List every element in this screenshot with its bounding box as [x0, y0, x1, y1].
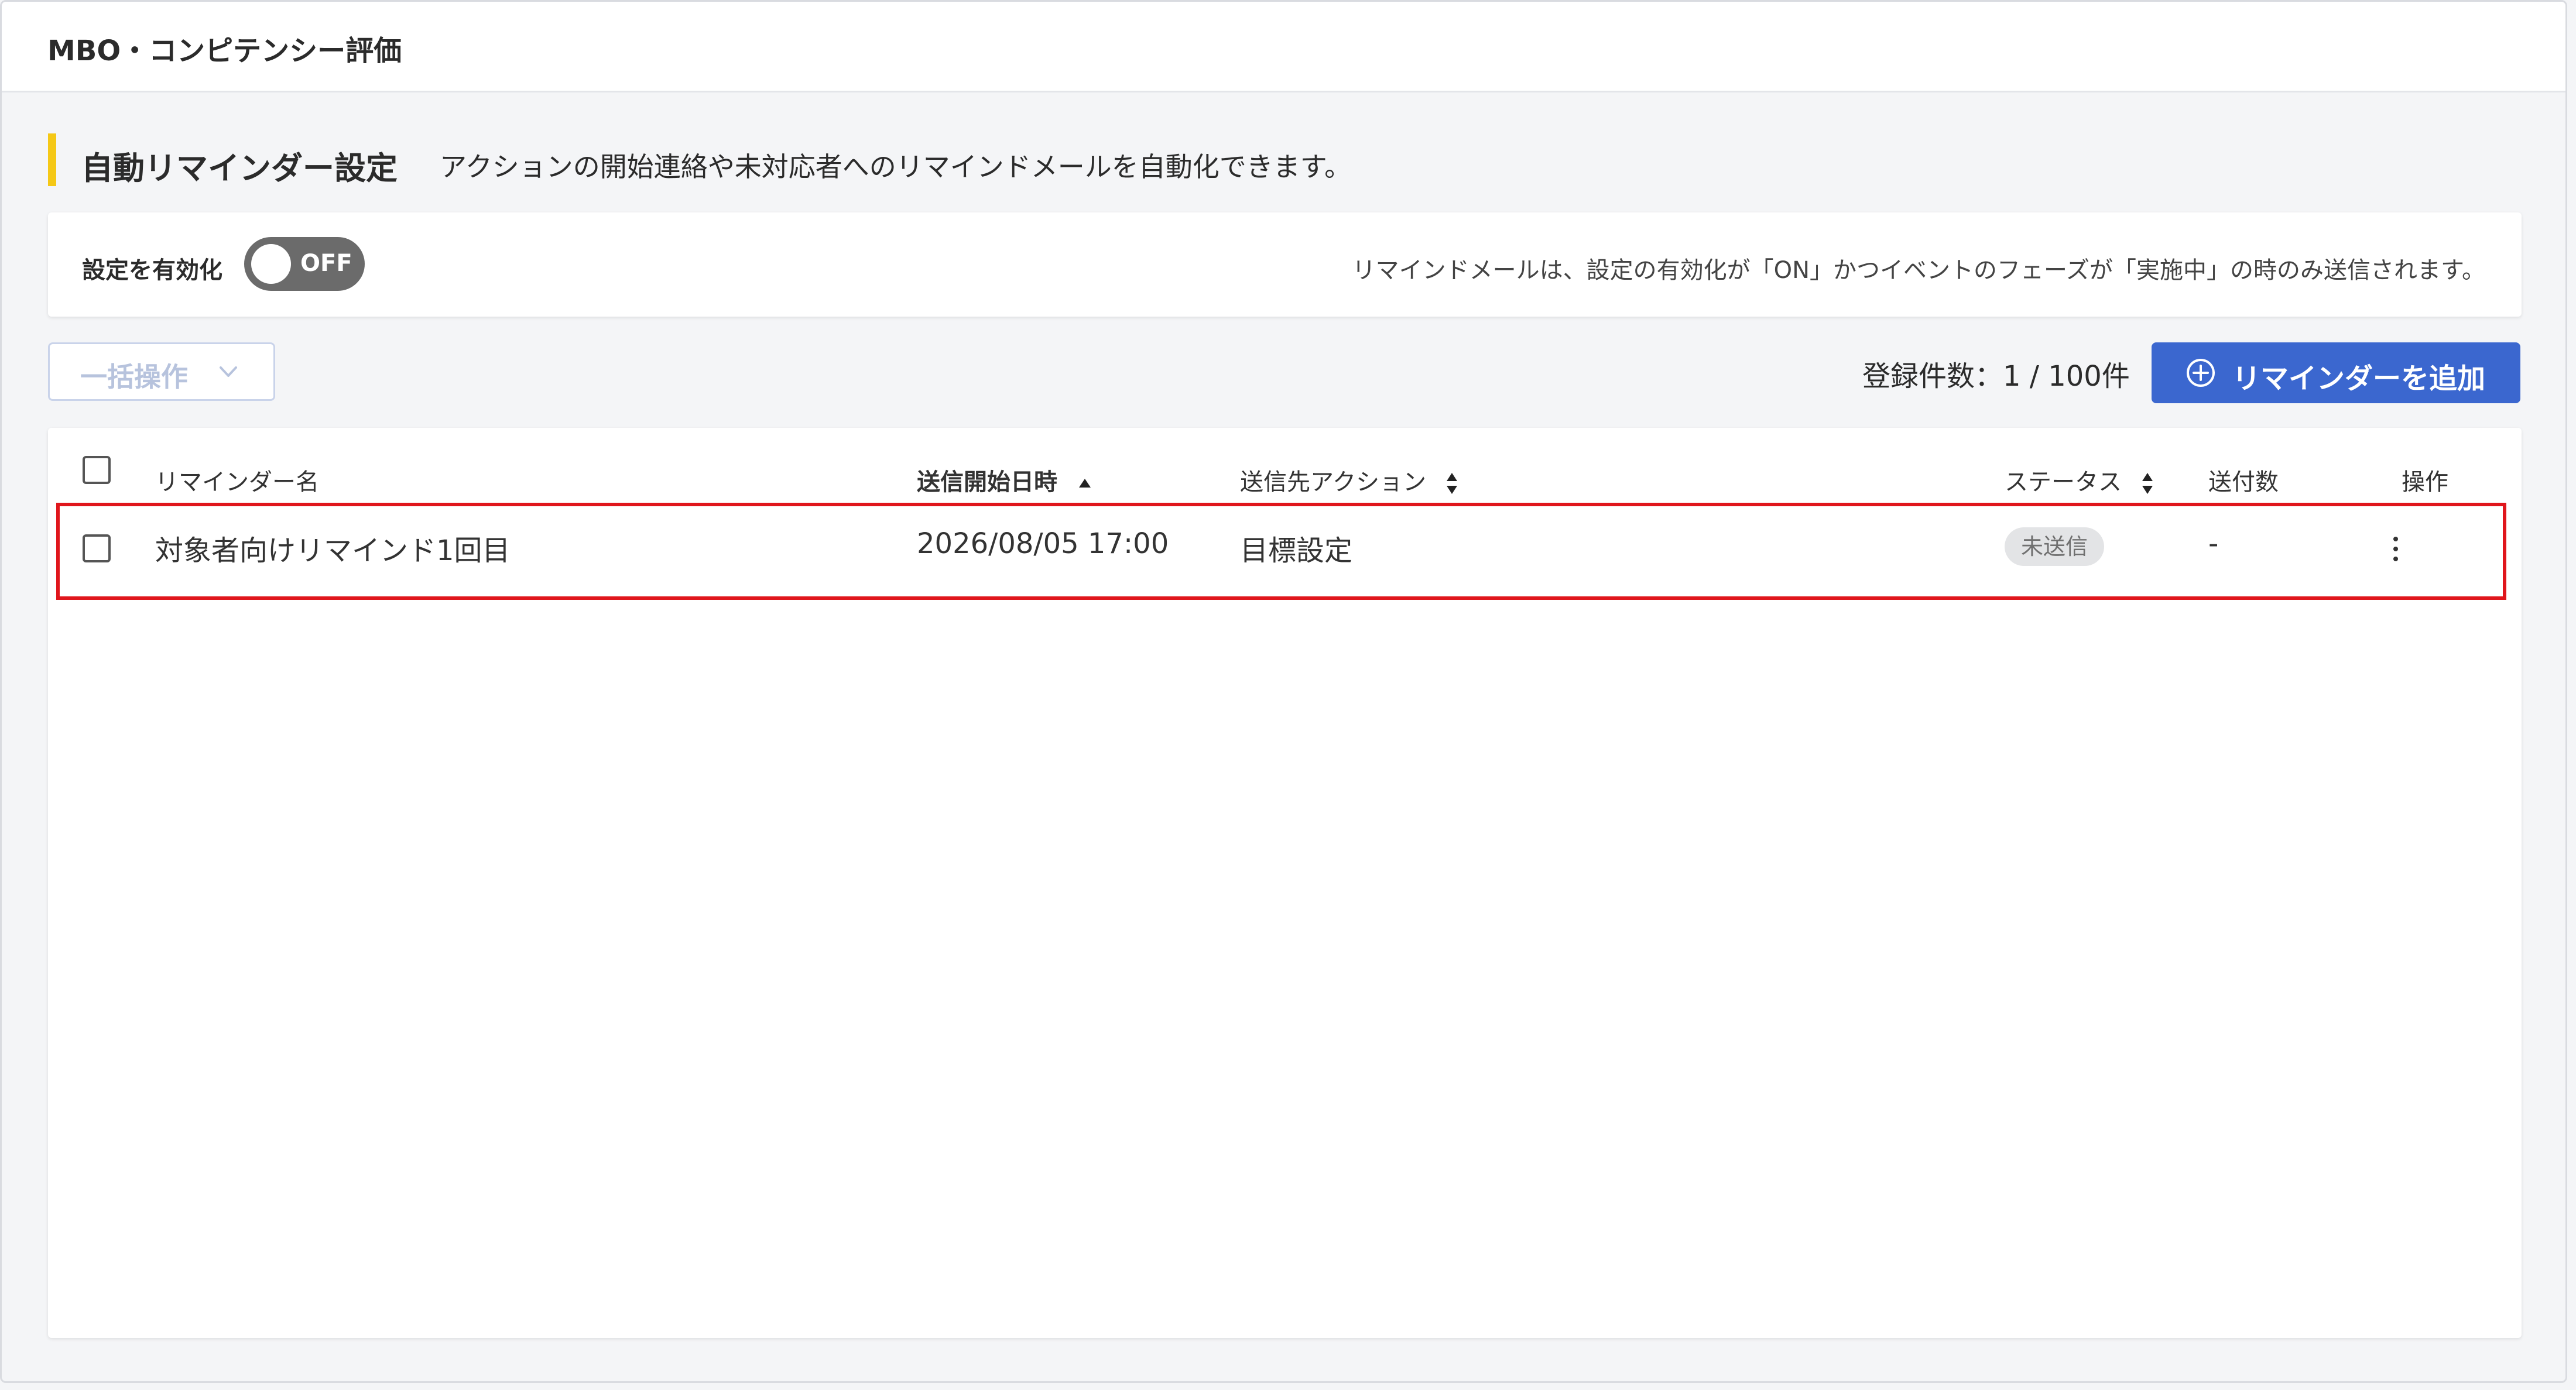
enable-toggle[interactable]: OFF — [244, 237, 365, 291]
settings-note: リマインドメールは、設定の有効化が「ON」かつイベントのフェーズが「実施中」の時… — [1352, 257, 2485, 284]
add-reminder-label: リマインダーを追加 — [2232, 362, 2486, 395]
sort-icon — [1446, 473, 1457, 494]
column-header-name: リマインダー名 — [155, 469, 319, 496]
plus-circle-icon — [2187, 359, 2215, 387]
app-title: MBO・コンピテンシー評価 — [47, 35, 402, 67]
section-description: アクションの開始連絡や未対応者へのリマインドメールを自動化できます。 — [440, 151, 1352, 183]
column-header-start-label: 送信開始日時 — [917, 469, 1057, 496]
column-header-start[interactable]: 送信開始日時 — [917, 463, 1092, 497]
status-badge: 未送信 — [2005, 527, 2105, 566]
row-name[interactable]: 対象者向けリマインド1回目 — [155, 527, 511, 568]
column-header-action[interactable]: 送信先アクション — [1240, 463, 1458, 497]
enable-label: 設定を有効化 — [82, 257, 222, 284]
toggle-knob — [251, 244, 291, 284]
column-header-sent: 送付数 — [2208, 469, 2279, 496]
column-header-ops: 操作 — [2402, 469, 2448, 496]
chevron-down-icon — [220, 366, 237, 377]
reminder-table: リマインダー名 送信開始日時 送信先アクション ステータス 送付数 操作 対象者… — [48, 428, 2522, 1338]
bulk-action-button[interactable]: 一括操作 — [48, 342, 275, 401]
column-header-status[interactable]: ステータス — [2005, 463, 2154, 497]
row-checkbox[interactable] — [83, 534, 111, 562]
sort-icon — [2142, 473, 2153, 494]
row-action: 目標設定 — [1240, 534, 1353, 567]
settings-card: 設定を有効化 OFF リマインドメールは、設定の有効化が「ON」かつイベントのフ… — [48, 212, 2522, 317]
registration-count: 登録件数：1 / 100件 — [1862, 360, 2130, 393]
add-reminder-button[interactable]: リマインダーを追加 — [2152, 342, 2520, 403]
bulk-action-label: 一括操作 — [80, 361, 188, 393]
row-sent-count: - — [2208, 527, 2219, 560]
toggle-state-text: OFF — [300, 250, 352, 277]
column-header-status-label: ステータス — [2005, 469, 2122, 496]
header-bar: MBO・コンピテンシー評価 — [2, 2, 2565, 92]
section-title: 自動リマインダー設定 — [81, 150, 398, 187]
app-window: MBO・コンピテンシー評価 自動リマインダー設定 アクションの開始連絡や未対応者… — [0, 0, 2567, 1383]
more-options-icon[interactable] — [2387, 534, 2404, 564]
section-marker — [48, 133, 56, 186]
column-header-action-label: 送信先アクション — [1240, 469, 1426, 496]
select-all-checkbox[interactable] — [83, 456, 111, 484]
row-start: 2026/08/05 17:00 — [917, 527, 1169, 560]
sort-ascending-icon — [1078, 479, 1091, 488]
